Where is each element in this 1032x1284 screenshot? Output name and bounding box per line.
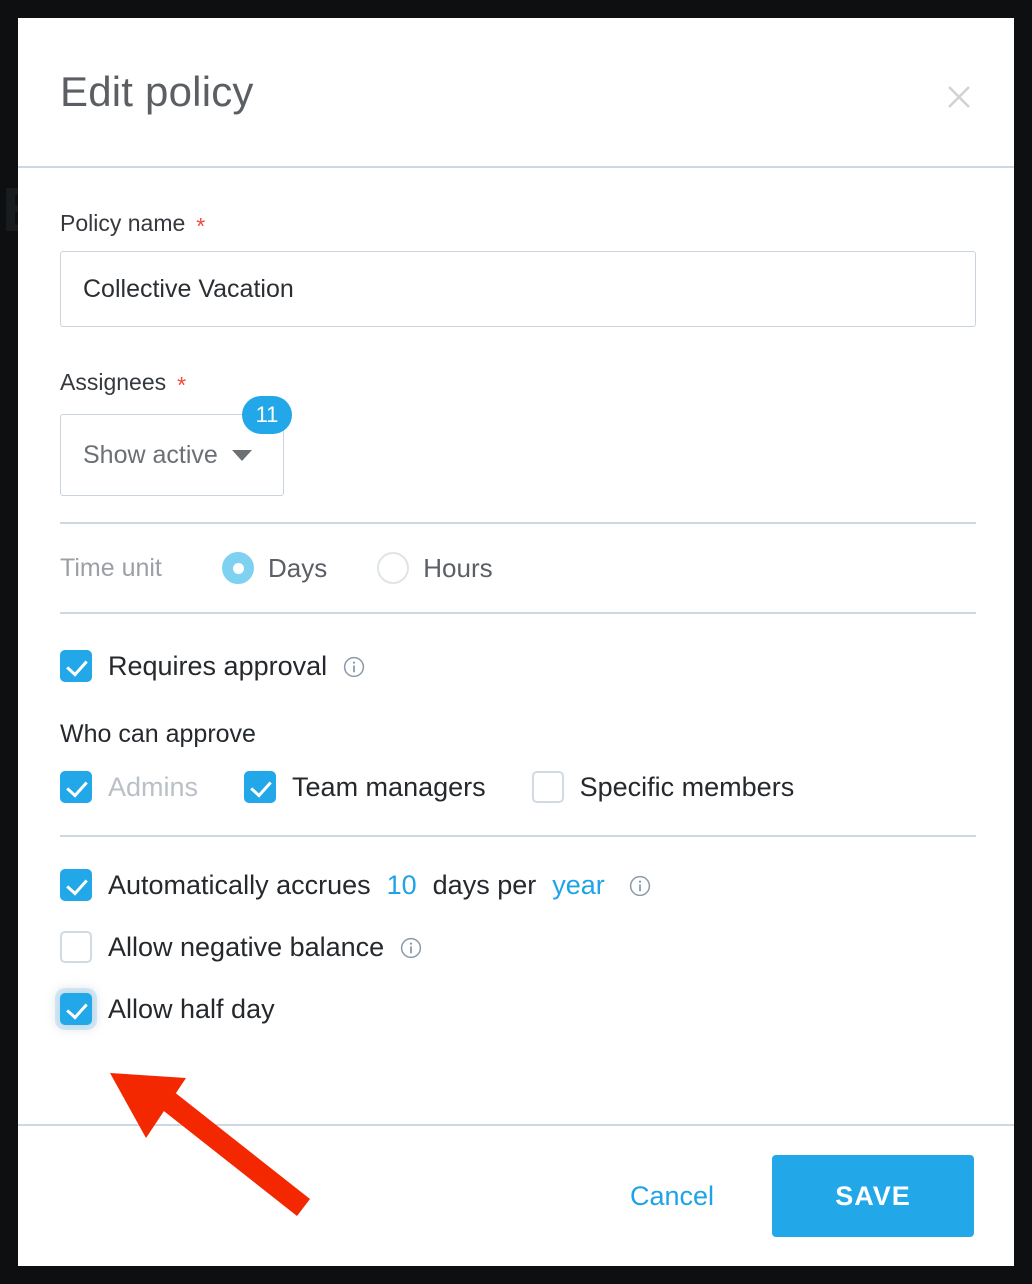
policy-name-label: Policy name *	[60, 210, 972, 239]
time-unit-option-days[interactable]: Days	[222, 552, 327, 584]
save-button[interactable]: SAVE	[772, 1155, 974, 1237]
time-unit-option-days-label: Days	[268, 552, 328, 583]
auto-accrue-text-before: Automatically accrues	[108, 869, 371, 900]
time-unit-option-hours[interactable]: Hours	[377, 552, 493, 584]
approver-team-managers-checkbox[interactable]	[244, 771, 277, 803]
requires-approval-checkbox[interactable]	[60, 650, 92, 682]
assignees-label-text: Assignees	[60, 369, 167, 395]
assignees-count-badge: 11	[242, 396, 292, 434]
requires-approval-label: Requires approval	[108, 650, 328, 681]
approver-option-specific-members[interactable]: Specific members	[531, 771, 795, 803]
who-can-approve-options: Admins Team managers Specific members	[60, 771, 972, 803]
policy-name-label-text: Policy name	[60, 210, 186, 236]
edit-policy-dialog: Edit policy Policy name * Assignees * Sh…	[18, 18, 1014, 1266]
approver-specific-members-label: Specific members	[579, 771, 795, 802]
page-title: Edit policy	[60, 68, 254, 115]
dialog-body: Policy name * Assignees * Show active 11…	[18, 168, 1014, 1124]
assignees-dropdown-label: Show active	[83, 440, 218, 469]
radio-days-icon[interactable]	[222, 552, 254, 584]
info-icon[interactable]	[343, 656, 365, 678]
allow-negative-balance-row[interactable]: Allow negative balance	[60, 931, 972, 963]
who-can-approve-title: Who can approve	[60, 720, 256, 748]
requires-approval-row[interactable]: Requires approval	[60, 650, 972, 682]
allow-half-day-label: Allow half day	[108, 993, 275, 1024]
info-icon[interactable]	[629, 875, 651, 897]
divider-time-unit	[60, 612, 976, 614]
auto-accrue-amount[interactable]: 10	[387, 870, 417, 901]
allow-half-day-row[interactable]: Allow half day	[60, 993, 972, 1025]
allow-half-day-checkbox[interactable]	[60, 993, 92, 1025]
approver-specific-members-checkbox[interactable]	[531, 771, 564, 803]
approver-admins-label: Admins	[108, 771, 199, 802]
assignees-label: Assignees *	[60, 369, 972, 398]
time-unit-label: Time unit	[60, 553, 162, 582]
auto-accrue-checkbox[interactable]	[60, 869, 92, 901]
auto-accrue-row[interactable]: Automatically accrues 10 days per year	[60, 869, 972, 901]
approver-option-admins[interactable]: Admins	[60, 771, 198, 803]
chevron-down-icon	[231, 449, 252, 461]
required-asterisk: *	[196, 213, 206, 239]
required-asterisk: *	[177, 372, 187, 398]
allow-negative-balance-label: Allow negative balance	[108, 931, 385, 962]
time-unit-group: Time unit Days Hours	[60, 524, 972, 612]
approver-option-team-managers[interactable]: Team managers	[244, 771, 486, 803]
info-icon[interactable]	[400, 937, 422, 959]
auto-accrue-text-middle: days per	[432, 869, 537, 900]
assignees-dropdown-wrapper: Show active 11	[60, 396, 292, 496]
cancel-button[interactable]: Cancel	[630, 1181, 714, 1212]
dialog-footer: Cancel SAVE	[18, 1124, 1014, 1266]
approver-team-managers-label: Team managers	[292, 771, 486, 802]
time-unit-option-hours-label: Hours	[423, 552, 493, 583]
divider-approvers	[60, 835, 976, 837]
allow-negative-balance-checkbox[interactable]	[60, 931, 92, 963]
approver-admins-checkbox[interactable]	[60, 771, 92, 803]
policy-name-input[interactable]	[60, 251, 976, 327]
auto-accrue-period[interactable]: year	[552, 870, 605, 901]
dialog-header: Edit policy	[18, 18, 1014, 168]
radio-hours-icon[interactable]	[377, 552, 410, 584]
close-icon[interactable]	[942, 80, 976, 114]
